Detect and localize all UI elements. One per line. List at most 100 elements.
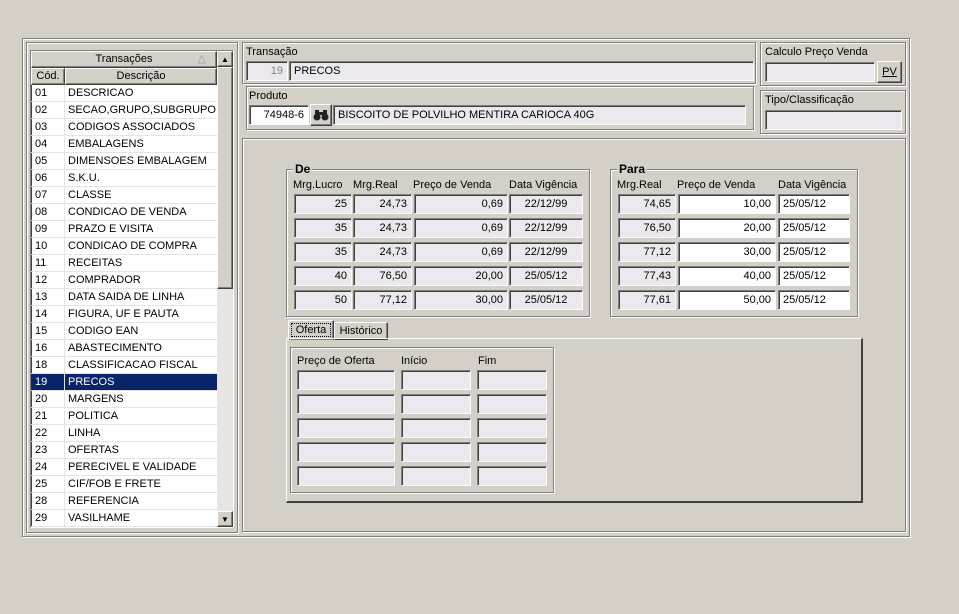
list-item-cod: 18 bbox=[31, 357, 65, 373]
transacao-name-field: PRECOS bbox=[289, 61, 754, 81]
para-data-vigencia-input[interactable]: 25/05/12 bbox=[778, 290, 850, 310]
list-item[interactable]: 24 PERECIVEL E VALIDADE bbox=[31, 459, 217, 476]
oferta-inicio-input[interactable] bbox=[401, 466, 471, 486]
list-item-cod: 08 bbox=[31, 204, 65, 220]
produto-label: Produto bbox=[249, 90, 288, 102]
para-preco-venda-input[interactable]: 50,00 bbox=[678, 290, 776, 310]
scroll-thumb[interactable] bbox=[217, 67, 233, 289]
column-header-cod[interactable]: Cód. bbox=[31, 68, 65, 85]
list-item[interactable]: 28 REFERENCIA bbox=[31, 493, 217, 510]
list-item[interactable]: 21 POLITICA bbox=[31, 408, 217, 425]
list-item[interactable]: 11 RECEITAS bbox=[31, 255, 217, 272]
list-item-desc: ABASTECIMENTO bbox=[68, 342, 162, 354]
de-data-vigencia-field: 25/05/12 bbox=[509, 290, 583, 310]
oferta-preco-oferta-input[interactable] bbox=[297, 442, 395, 462]
list-item-cod: 04 bbox=[31, 136, 65, 152]
binoculars-icon bbox=[313, 110, 329, 121]
de-data-vigencia-field: 25/05/12 bbox=[509, 266, 583, 286]
list-item[interactable]: 05 DIMENSOES EMBALAGEM bbox=[31, 153, 217, 170]
list-item[interactable]: 12 COMPRADOR bbox=[31, 272, 217, 289]
list-item[interactable]: 02 SECAO,GRUPO,SUBGRUPO bbox=[31, 102, 217, 119]
de-preco-venda-field: 0,69 bbox=[414, 242, 508, 262]
list-item[interactable]: 04 EMBALAGENS bbox=[31, 136, 217, 153]
para-preco-venda-input[interactable]: 40,00 bbox=[678, 266, 776, 286]
list-item[interactable]: 07 CLASSE bbox=[31, 187, 217, 204]
list-item[interactable]: 15 CODIGO EAN bbox=[31, 323, 217, 340]
list-item[interactable]: 25 CIF/FOB E FRETE bbox=[31, 476, 217, 493]
list-item-desc: CLASSE bbox=[68, 189, 112, 201]
oferta-fim-input[interactable] bbox=[477, 418, 547, 438]
list-item-desc: DATA SAIDA DE LINHA bbox=[68, 291, 185, 303]
oferta-inicio-input[interactable] bbox=[401, 370, 471, 390]
de-header-mrg-lucro: Mrg.Lucro bbox=[293, 179, 343, 191]
list-item-cod: 10 bbox=[31, 238, 65, 254]
list-item[interactable]: 16 ABASTECIMENTO bbox=[31, 340, 217, 357]
list-item[interactable]: 18 CLASSIFICACAO FISCAL bbox=[31, 357, 217, 374]
oferta-preco-oferta-input[interactable] bbox=[297, 466, 395, 486]
tipo-label: Tipo/Classificação bbox=[765, 94, 854, 106]
list-item[interactable]: 06 S.K.U. bbox=[31, 170, 217, 187]
list-scrollbar[interactable]: ▲ ▼ bbox=[217, 51, 233, 527]
oferta-inicio-input[interactable] bbox=[401, 394, 471, 414]
para-preco-venda-input[interactable]: 20,00 bbox=[678, 218, 776, 238]
list-item[interactable]: 20 MARGENS bbox=[31, 391, 217, 408]
list-item-desc: POLITICA bbox=[68, 410, 119, 422]
transacao-label: Transação bbox=[246, 46, 298, 58]
list-item-desc: DESCRICAO bbox=[68, 87, 134, 99]
pv-button[interactable]: PV bbox=[877, 61, 902, 83]
scroll-up-button[interactable]: ▲ bbox=[217, 51, 233, 67]
list-item[interactable]: 14 FIGURA, UF E PAUTA bbox=[31, 306, 217, 323]
list-item[interactable]: 23 OFERTAS bbox=[31, 442, 217, 459]
de-mrg-real-field: 77,12 bbox=[353, 290, 412, 310]
list-item[interactable]: 03 CODIGOS ASSOCIADOS bbox=[31, 119, 217, 136]
para-mrg-real: 77,12 bbox=[618, 242, 676, 262]
list-item-desc: CODIGO EAN bbox=[68, 325, 139, 337]
list-item-desc: S.K.U. bbox=[68, 172, 100, 184]
de-mrg-lucro-field: 40 bbox=[294, 266, 352, 286]
oferta-fim-input[interactable] bbox=[477, 442, 547, 462]
list-item-cod: 11 bbox=[31, 255, 65, 271]
para-mrg-real: 76,50 bbox=[618, 218, 676, 238]
transacoes-list[interactable]: Transações △ Cód. Descrição 01 DESCRICAO 0… bbox=[30, 50, 234, 528]
list-item-desc: CODIGOS ASSOCIADOS bbox=[68, 121, 196, 133]
list-item-desc: PRECOS bbox=[68, 376, 115, 388]
list-item-cod: 12 bbox=[31, 272, 65, 288]
list-item-cod: 29 bbox=[31, 510, 65, 526]
oferta-preco-oferta-input[interactable] bbox=[297, 370, 395, 390]
produto-search-button[interactable] bbox=[310, 104, 332, 126]
list-item[interactable]: 13 DATA SAIDA DE LINHA bbox=[31, 289, 217, 306]
list-item[interactable]: 22 LINHA bbox=[31, 425, 217, 442]
para-data-vigencia-input[interactable]: 25/05/12 bbox=[778, 218, 850, 238]
para-data-vigencia-input[interactable]: 25/05/12 bbox=[778, 194, 850, 214]
produto-code-input[interactable]: 74948-6 bbox=[249, 105, 309, 125]
list-item[interactable]: 01 DESCRICAO bbox=[31, 85, 217, 102]
oferta-inicio-input[interactable] bbox=[401, 418, 471, 438]
oferta-preco-oferta-input[interactable] bbox=[297, 418, 395, 438]
para-data-vigencia-input[interactable]: 25/05/12 bbox=[778, 266, 850, 286]
list-item[interactable]: 09 PRAZO E VISITA bbox=[31, 221, 217, 238]
oferta-fim-input[interactable] bbox=[477, 370, 547, 390]
tab-oferta[interactable]: Oferta bbox=[288, 320, 334, 340]
list-item-desc: VASILHAME bbox=[68, 512, 131, 524]
de-mrg-lucro-field: 35 bbox=[294, 242, 352, 262]
scroll-down-button[interactable]: ▼ bbox=[217, 511, 233, 527]
list-item[interactable]: 10 CONDICAO DE COMPRA bbox=[31, 238, 217, 255]
list-item-cod: 05 bbox=[31, 153, 65, 169]
list-item-cod: 19 bbox=[31, 374, 65, 390]
list-item-desc: REFERENCIA bbox=[68, 495, 139, 507]
list-item[interactable]: 19 PRECOS bbox=[31, 374, 217, 391]
oferta-preco-oferta-input[interactable] bbox=[297, 394, 395, 414]
para-preco-venda-input[interactable]: 10,00 bbox=[678, 194, 776, 214]
list-title-header[interactable]: Transações △ bbox=[31, 51, 217, 68]
list-item[interactable]: 08 CONDICAO DE VENDA bbox=[31, 204, 217, 221]
list-item-cod: 06 bbox=[31, 170, 65, 186]
list-item-cod: 01 bbox=[31, 85, 65, 101]
list-item[interactable]: 29 VASILHAME bbox=[31, 510, 217, 527]
oferta-inicio-input[interactable] bbox=[401, 442, 471, 462]
list-item-desc: CONDICAO DE VENDA bbox=[68, 206, 187, 218]
oferta-fim-input[interactable] bbox=[477, 466, 547, 486]
para-preco-venda-input[interactable]: 30,00 bbox=[678, 242, 776, 262]
column-header-descricao[interactable]: Descrição bbox=[65, 68, 217, 85]
oferta-fim-input[interactable] bbox=[477, 394, 547, 414]
para-data-vigencia-input[interactable]: 25/05/12 bbox=[778, 242, 850, 262]
